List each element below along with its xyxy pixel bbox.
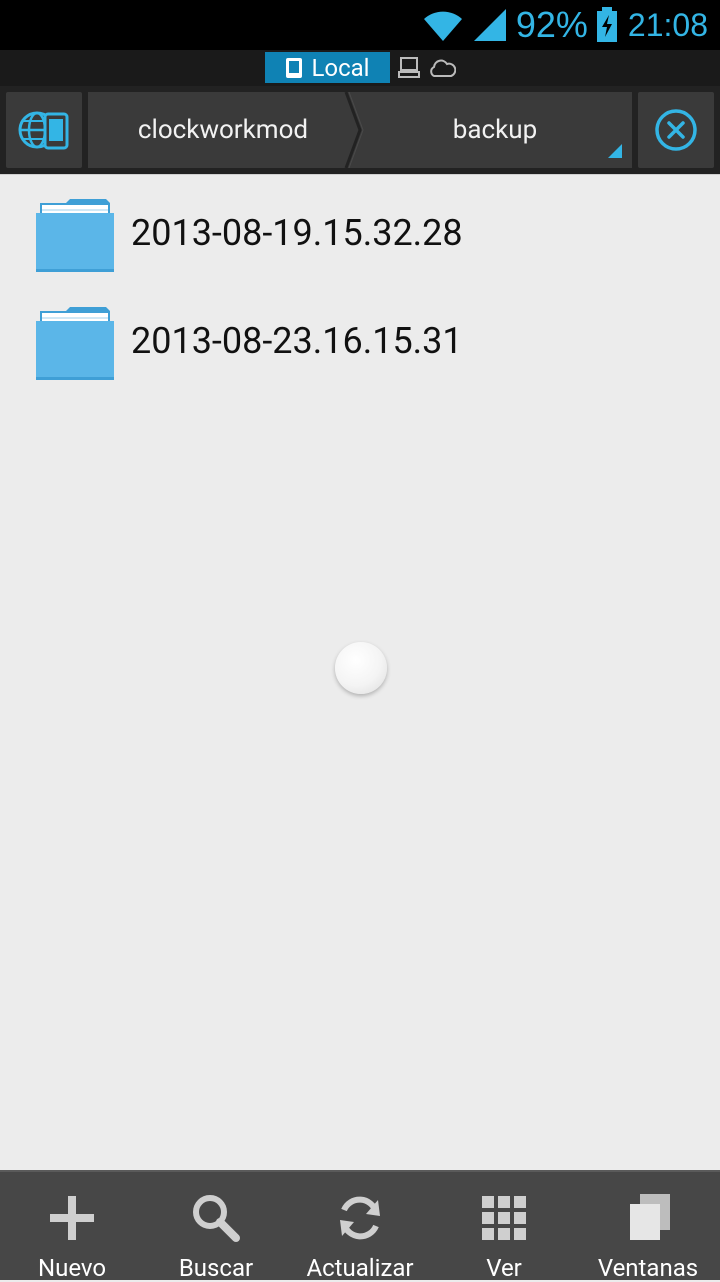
network-icon[interactable] — [398, 56, 420, 80]
location-selector-button[interactable] — [6, 92, 82, 168]
refresh-button-label: Actualizar — [306, 1254, 414, 1282]
folder-icon — [36, 199, 114, 272]
battery-charging-icon — [596, 7, 617, 42]
path-toolbar: clockworkmod backup — [0, 86, 720, 174]
globe-device-icon — [18, 111, 69, 150]
grid-icon — [482, 1196, 526, 1240]
bottom-action-bar: Nuevo Buscar Actualizar Ver Ventanas — [0, 1170, 720, 1282]
search-button-label: Buscar — [178, 1254, 254, 1282]
phone-icon — [286, 57, 303, 78]
windows-button-label: Ventanas — [597, 1254, 699, 1282]
file-list: 2013-08-19.15.32.28 2013-08-23.16.15.31 — [0, 174, 720, 1170]
list-item[interactable]: 2013-08-23.16.15.31 — [0, 287, 720, 395]
tab-local[interactable]: Local — [265, 52, 390, 83]
new-button[interactable]: Nuevo — [0, 1172, 144, 1282]
file-name: 2013-08-23.16.15.31 — [131, 320, 463, 362]
dropdown-corner-icon — [608, 144, 622, 158]
windows-icon — [630, 1194, 670, 1240]
refresh-icon — [340, 1196, 380, 1240]
signal-icon — [473, 9, 506, 41]
search-button[interactable]: Buscar — [144, 1172, 288, 1282]
view-button[interactable]: Ver — [432, 1172, 576, 1282]
clock: 21:08 — [627, 6, 708, 43]
new-button-label: Nuevo — [37, 1254, 107, 1282]
breadcrumb-item-backup[interactable]: backup — [358, 92, 632, 168]
breadcrumb-item-clockworkmod[interactable]: clockworkmod — [88, 92, 358, 168]
battery-percent: 92% — [515, 4, 588, 45]
folder-icon — [36, 307, 114, 380]
breadcrumb-separator — [344, 92, 364, 168]
close-button[interactable] — [638, 92, 714, 168]
breadcrumb: clockworkmod backup — [88, 92, 632, 168]
location-tabs: Local — [0, 50, 720, 86]
plus-icon — [50, 1196, 94, 1240]
search-icon — [193, 1195, 240, 1242]
close-icon — [655, 109, 697, 151]
refresh-button[interactable]: Actualizar — [288, 1172, 432, 1282]
loading-indicator — [335, 642, 387, 694]
view-button-label: Ver — [486, 1254, 522, 1282]
tab-local-label: Local — [311, 53, 370, 82]
cloud-icon[interactable] — [428, 58, 456, 78]
file-name: 2013-08-19.15.32.28 — [131, 212, 463, 254]
windows-button[interactable]: Ventanas — [576, 1172, 720, 1282]
list-item[interactable]: 2013-08-19.15.32.28 — [0, 179, 720, 287]
wifi-icon — [423, 11, 462, 41]
status-bar: 92% 21:08 — [0, 0, 720, 50]
